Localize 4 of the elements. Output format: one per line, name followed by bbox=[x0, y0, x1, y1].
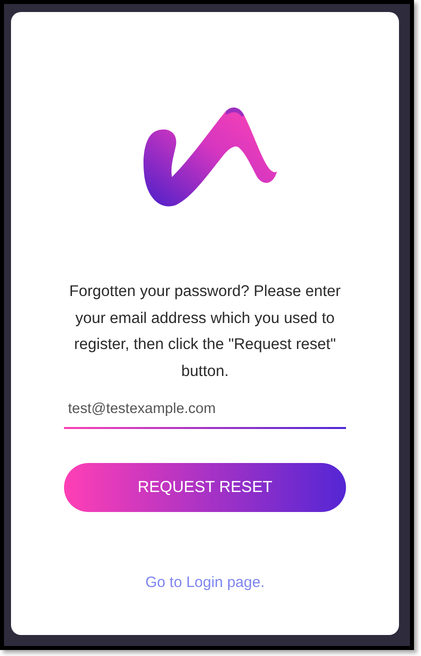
request-reset-button[interactable]: REQUEST RESET bbox=[64, 463, 346, 512]
login-link[interactable]: Go to Login page. bbox=[145, 574, 265, 591]
logo-icon bbox=[142, 105, 278, 209]
instruction-text: Forgotten your password? Please enter your email address which you used to register, then click the "Request reset" button. bbox=[68, 282, 342, 382]
